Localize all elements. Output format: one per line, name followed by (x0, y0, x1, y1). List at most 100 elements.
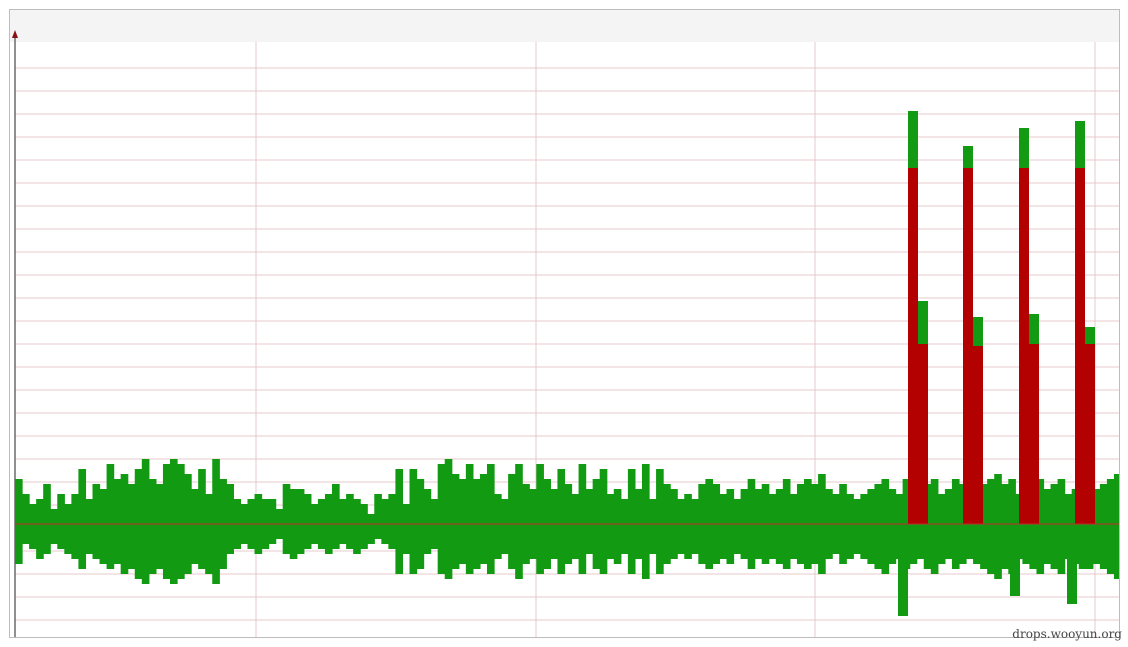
bar-spike-anomaly (918, 344, 928, 524)
bar-normal (339, 499, 347, 544)
bar-spike-anomaly (973, 346, 983, 524)
bar-normal (1067, 524, 1077, 604)
bar-normal (43, 484, 51, 554)
bar-normal (374, 494, 382, 539)
bar-normal (99, 489, 108, 564)
bar-normal (515, 464, 523, 579)
bar-normal (353, 499, 361, 554)
bar-normal (768, 494, 777, 559)
bar-normal (846, 494, 854, 559)
bar-normal (1010, 524, 1020, 596)
bar-normal (85, 499, 94, 554)
bar-normal (867, 489, 876, 564)
bar-normal (57, 494, 65, 549)
bar-normal (627, 469, 636, 574)
bar-normal (578, 464, 587, 574)
bar-normal (853, 499, 861, 554)
chart-frame (9, 9, 1120, 638)
bar-normal (444, 459, 453, 579)
bar-normal (1057, 479, 1066, 574)
bar-normal (367, 514, 375, 544)
bar-normal (599, 469, 608, 574)
bar-normal (1043, 489, 1052, 564)
bar-normal (296, 489, 305, 554)
bar-normal (29, 504, 37, 549)
bar-normal (571, 494, 580, 559)
bar-normal (409, 469, 418, 574)
bar-normal (198, 469, 206, 569)
bar-normal (268, 499, 277, 544)
bar-normal (465, 464, 474, 574)
bar-normal (212, 459, 220, 584)
bar-normal (691, 499, 699, 554)
bar-spike-cap (973, 317, 983, 346)
bar-normal (994, 474, 1002, 579)
bar-normal (402, 504, 411, 554)
bar-normal (282, 484, 291, 554)
bar-spike-cap (918, 301, 928, 344)
bar-normal (486, 464, 495, 574)
bar-normal (169, 459, 178, 584)
bar-spike-anomaly (1019, 168, 1029, 524)
bar-normal (789, 494, 798, 559)
bar-normal (937, 494, 946, 564)
bar-spike-anomaly (1075, 168, 1085, 524)
bar-normal (501, 499, 509, 554)
bar-normal (50, 509, 58, 544)
bar-normal (388, 494, 396, 549)
bar-spike-cap (908, 111, 918, 168)
bar-normal (127, 484, 136, 569)
bar-normal (585, 489, 594, 554)
bar-normal (881, 479, 890, 574)
bar-normal (22, 494, 30, 544)
bar-normal (641, 464, 650, 579)
bar-normal (557, 469, 566, 574)
bar-normal (226, 484, 234, 554)
bar-normal (494, 494, 502, 559)
bar-normal (536, 464, 544, 574)
bar-normal (437, 464, 446, 574)
bar-normal (360, 504, 368, 549)
bar-spike-cap (1085, 327, 1095, 344)
bar-normal (987, 479, 995, 574)
bar-normal (684, 494, 692, 559)
bar-normal (303, 494, 312, 549)
y-axis-arrow (12, 30, 18, 38)
bar-normal (113, 479, 122, 564)
bar-normal (1113, 474, 1119, 579)
bar-normal (381, 499, 389, 544)
bar-normal (205, 494, 213, 574)
bar-normal (656, 469, 664, 574)
bar-normal (606, 494, 615, 559)
bar-normal (332, 484, 340, 549)
bar-normal (508, 474, 516, 569)
bar-normal (148, 479, 157, 574)
bar-normal (36, 499, 44, 559)
bar-normal (677, 499, 685, 554)
bar-normal (346, 494, 354, 549)
bar-normal (1099, 484, 1108, 569)
bar-spike-anomaly (1085, 344, 1095, 524)
bar-normal (106, 464, 115, 569)
bar-normal (155, 484, 164, 569)
bar-normal (141, 459, 150, 584)
bar-normal (423, 489, 432, 554)
bar-spike-anomaly (963, 168, 973, 524)
bar-normal (78, 469, 87, 569)
bar-normal (479, 474, 488, 564)
bar-spike-cap (1019, 128, 1029, 168)
bar-spike-cap (1029, 314, 1039, 344)
bar-normal (71, 494, 79, 559)
bar-normal (177, 464, 185, 579)
bar-normal (613, 489, 622, 564)
bar-normal (649, 499, 657, 554)
watermark: drops.wooyun.org (1012, 627, 1122, 641)
bar-normal (874, 484, 883, 569)
bar-normal (191, 489, 199, 564)
bar-spike-cap (1075, 121, 1085, 168)
bar-normal (719, 494, 728, 559)
bar-normal (860, 494, 868, 559)
bar-normal (733, 499, 742, 554)
bar-normal (898, 524, 908, 616)
bar-chart (12, 30, 1119, 637)
